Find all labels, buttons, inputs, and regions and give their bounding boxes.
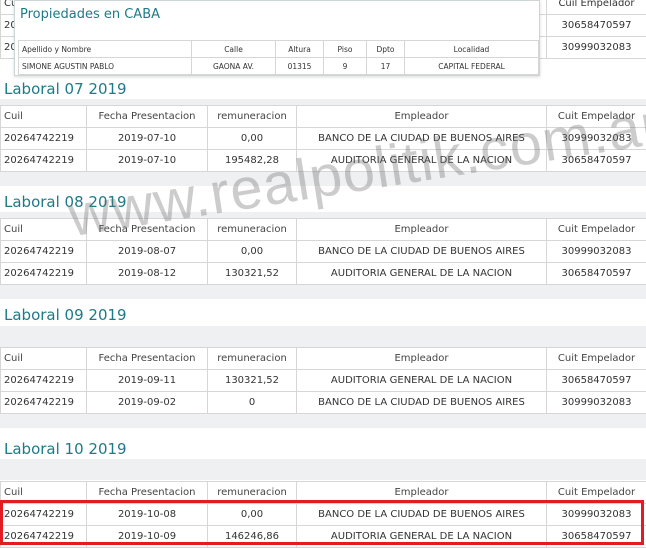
cell: 2019-07-10 — [87, 128, 208, 150]
cell: 2019-08-12 — [87, 263, 208, 285]
column-header-cuil: Cuil — [1, 106, 87, 128]
cell: 130321,52 — [208, 370, 297, 392]
cell: 9 — [324, 58, 367, 75]
cell: 30658470597 — [547, 263, 646, 285]
table-header-row: Cuil Fecha Presentacion remuneracion Emp… — [1, 348, 646, 370]
cell: 17 — [367, 58, 405, 75]
column-header-fecha: Fecha Presentacion — [87, 348, 208, 370]
column-header-remuneracion: remuneracion — [208, 348, 297, 370]
cell: AUDITORIA GENERAL DE LA NACION — [297, 263, 547, 285]
cell: 20264742219 — [1, 370, 87, 392]
column-header: Calle — [192, 41, 276, 58]
properties-popup: Propiedades en CABA Apellido y Nombre Ca… — [14, 0, 540, 76]
column-header-cuil: Cuil — [1, 348, 87, 370]
cell: 30658470597 — [547, 370, 646, 392]
column-header: Cuil Empelador — [547, 0, 646, 15]
cell: AUDITORIA GENERAL DE LA NACION — [297, 370, 547, 392]
popup-title: Propiedades en CABA — [20, 7, 160, 22]
cell: 01315 — [276, 58, 324, 75]
section-title-laboral-09: Laboral 09 2019 — [4, 306, 127, 324]
cell: CAPITAL FEDERAL — [405, 58, 539, 75]
column-header-empleador: Empleador — [297, 348, 547, 370]
column-header-cuit: Cuit Empelador — [547, 219, 646, 241]
cell: 20264742219 — [1, 150, 87, 172]
properties-table: Apellido y Nombre Calle Altura Piso Dpto… — [18, 40, 539, 75]
cell: SIMONE AGUSTIN PABLO — [19, 58, 192, 75]
column-header: Piso — [324, 41, 367, 58]
cell: 2019-09-02 — [87, 392, 208, 414]
section-band — [0, 414, 646, 428]
cell: BANCO DE LA CIUDAD DE BUENOS AIRES — [297, 392, 547, 414]
laboral-09-table: Cuil Fecha Presentacion remuneracion Emp… — [0, 347, 646, 414]
column-header: Localidad — [405, 41, 539, 58]
column-header: Altura — [276, 41, 324, 58]
cell: 30999032083 — [547, 392, 646, 414]
table-row: 20264742219 2019-09-11 130321,52 AUDITOR… — [1, 370, 646, 392]
column-header: Apellido y Nombre — [19, 41, 192, 58]
cell: 30658470597 — [547, 15, 646, 37]
cell: 30999032083 — [547, 241, 646, 263]
cell: BANCO DE LA CIUDAD DE BUENOS AIRES — [297, 241, 547, 263]
table-header-row: Apellido y Nombre Calle Altura Piso Dpto… — [19, 41, 539, 58]
section-band — [0, 285, 646, 299]
cell: GAONA AV. — [192, 58, 276, 75]
highlight-box — [0, 500, 644, 545]
section-band — [0, 459, 646, 480]
section-title-laboral-07: Laboral 07 2019 — [4, 80, 127, 98]
cell: 2019-09-11 — [87, 370, 208, 392]
cell: 20264742219 — [1, 263, 87, 285]
section-band — [0, 326, 646, 347]
column-header-empleador: Empleador — [297, 219, 547, 241]
cell: 20264742219 — [1, 128, 87, 150]
cell: 0,00 — [208, 241, 297, 263]
table-row: SIMONE AGUSTIN PABLO GAONA AV. 01315 9 1… — [19, 58, 539, 75]
cell: 130321,52 — [208, 263, 297, 285]
cell: 20264742219 — [1, 392, 87, 414]
column-header-fecha: Fecha Presentacion — [87, 106, 208, 128]
cell: 0,00 — [208, 128, 297, 150]
table-row: 20264742219 2019-08-12 130321,52 AUDITOR… — [1, 263, 646, 285]
table-row: 20264742219 2019-09-02 0 BANCO DE LA CIU… — [1, 392, 646, 414]
cell: 30999032083 — [547, 37, 646, 59]
column-header-remuneracion: remuneracion — [208, 106, 297, 128]
column-header-cuit: Cuit Empelador — [547, 348, 646, 370]
cell: 0 — [208, 392, 297, 414]
column-header: Dpto — [367, 41, 405, 58]
section-title-laboral-10: Laboral 10 2019 — [4, 440, 127, 458]
